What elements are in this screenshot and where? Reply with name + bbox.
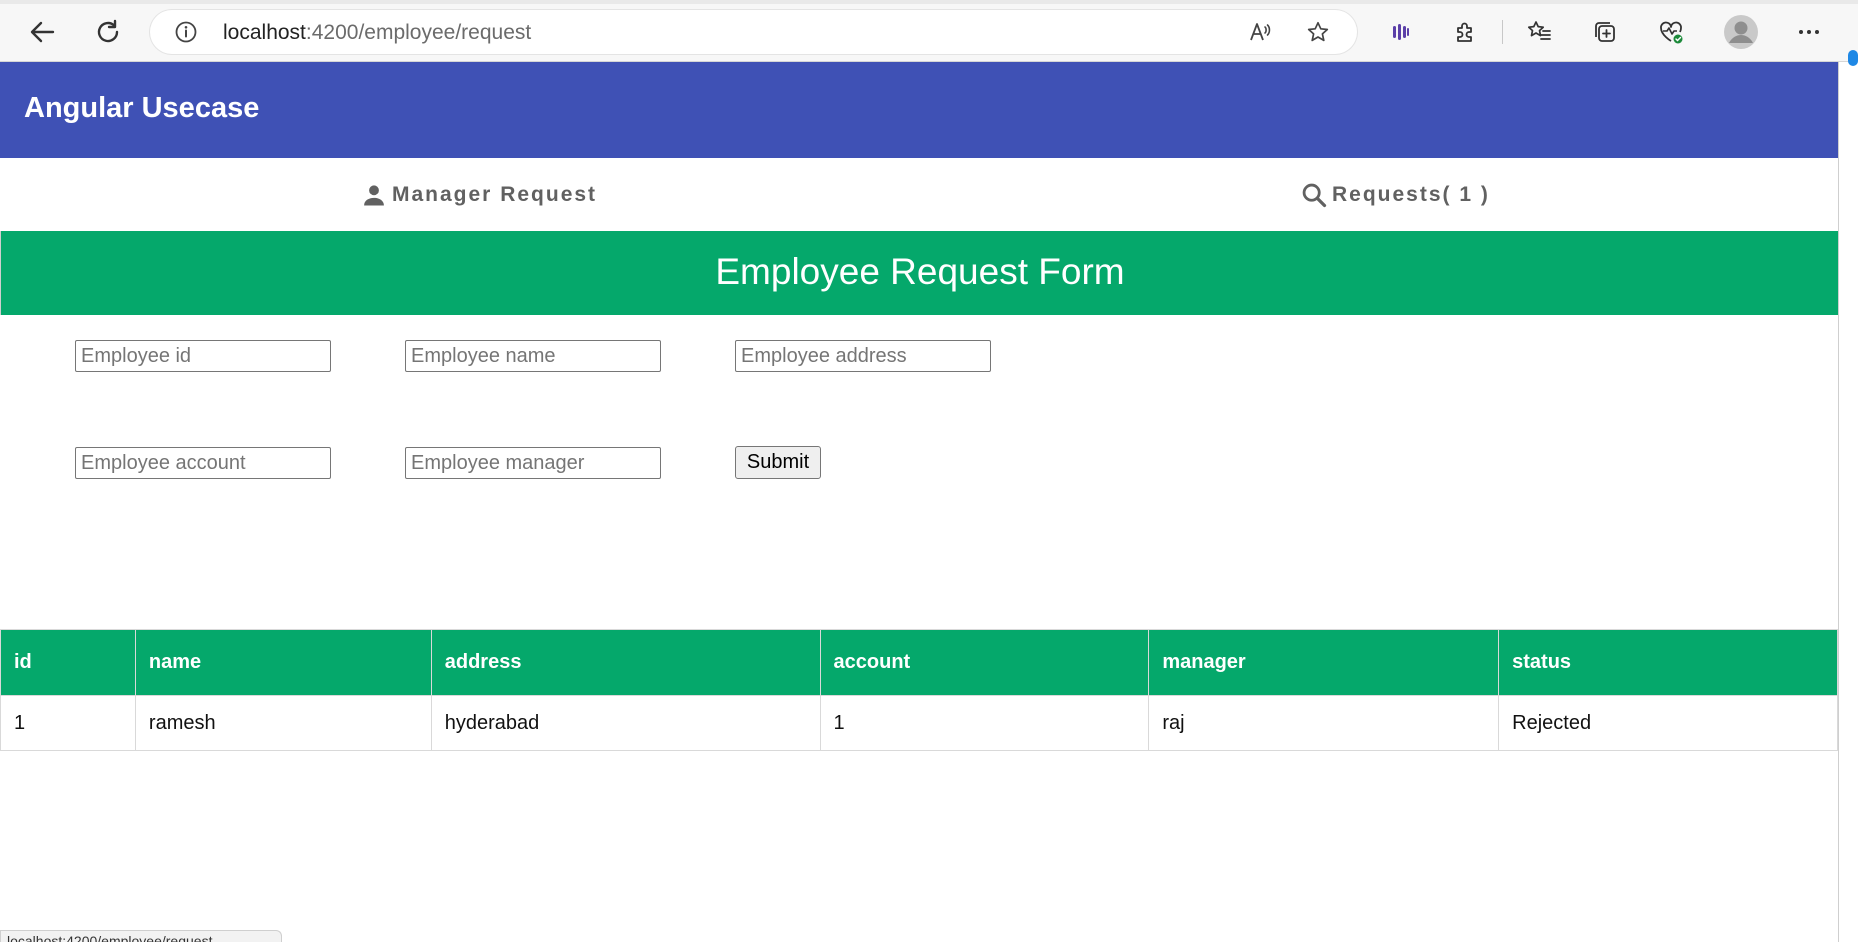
form-title: Employee Request Form (715, 251, 1125, 292)
tab-manager-request-label: Manager Request (392, 183, 598, 206)
column-header-address: address (430, 629, 821, 696)
avatar-icon (1724, 15, 1758, 49)
status-url: localhost:4200/employee/request (7, 933, 213, 942)
tab-manager-request[interactable]: Manager Request (360, 180, 597, 210)
table-row: 1 ramesh hyderabad 1 raj Rejected (0, 695, 1838, 751)
read-aloud-icon[interactable] (1248, 20, 1272, 44)
tab-strip-edge (0, 0, 1858, 4)
extensions-button[interactable] (1451, 17, 1481, 47)
tab-requests-label: Requests( 1 ) (1332, 183, 1490, 206)
table-header-row: id name address account manager status (0, 629, 1838, 696)
favorite-star-icon[interactable] (1306, 20, 1330, 44)
heart-pulse-icon (1660, 21, 1683, 44)
url-host: localhost (223, 21, 306, 44)
reload-icon (97, 19, 119, 43)
employee-account-input[interactable] (75, 447, 331, 479)
favorites-list-icon (1527, 21, 1551, 40)
collections-button[interactable] (1590, 17, 1620, 47)
browser-toolbar: localhost:4200/employee/request (0, 0, 1858, 62)
settings-more-button[interactable] (1794, 17, 1824, 47)
cell-manager: raj (1148, 695, 1500, 751)
tab-requests[interactable]: Requests( 1 ) (1300, 180, 1490, 210)
extension-bars-icon (1393, 24, 1409, 40)
puzzle-icon (1457, 22, 1472, 42)
nav-tabs: Manager Request Requests( 1 ) (0, 158, 1838, 230)
reload-button[interactable] (88, 12, 128, 52)
requests-table: id name address account manager status 1… (0, 629, 1838, 751)
address-bar[interactable]: localhost:4200/employee/request (150, 10, 1357, 54)
cell-status: Rejected (1498, 695, 1838, 751)
employee-name-input[interactable] (405, 340, 661, 372)
back-button[interactable] (22, 12, 62, 52)
employee-manager-input[interactable] (405, 447, 661, 479)
cell-id: 1 (0, 695, 136, 751)
column-header-id: id (0, 629, 136, 696)
extension-icon[interactable] (1386, 17, 1416, 47)
favorites-button[interactable] (1524, 17, 1554, 47)
column-header-name: name (134, 629, 432, 696)
form-banner: Employee Request Form (0, 231, 1838, 315)
profile-button[interactable] (1722, 13, 1760, 51)
viewport-edge (1838, 62, 1839, 942)
toolbar-separator (1502, 20, 1503, 44)
link-status-bar: localhost:4200/employee/request (0, 930, 282, 942)
cell-name: ramesh (134, 695, 432, 751)
back-arrow-icon (30, 21, 55, 43)
sidebar-toggle-edge[interactable] (1848, 50, 1858, 66)
column-header-status: status (1498, 629, 1838, 696)
more-dots-icon (1799, 30, 1819, 34)
submit-button[interactable]: Submit (735, 446, 821, 479)
column-header-account: account (819, 629, 1150, 696)
cell-account: 1 (819, 695, 1150, 751)
browser-essentials-button[interactable] (1656, 17, 1686, 47)
app-title: Angular Usecase (24, 92, 260, 124)
column-header-manager: manager (1148, 629, 1500, 696)
url-path: :4200/employee/request (305, 21, 532, 44)
employee-id-input[interactable] (75, 340, 331, 372)
search-icon (1302, 183, 1327, 208)
url-text[interactable]: localhost:4200/employee/request (223, 21, 531, 45)
person-icon (364, 185, 384, 206)
employee-address-input[interactable] (735, 340, 991, 372)
app-toolbar: Angular Usecase (0, 62, 1838, 158)
site-info-icon[interactable] (174, 20, 198, 44)
collections-icon (1595, 22, 1615, 42)
cell-address: hyderabad (430, 695, 821, 751)
